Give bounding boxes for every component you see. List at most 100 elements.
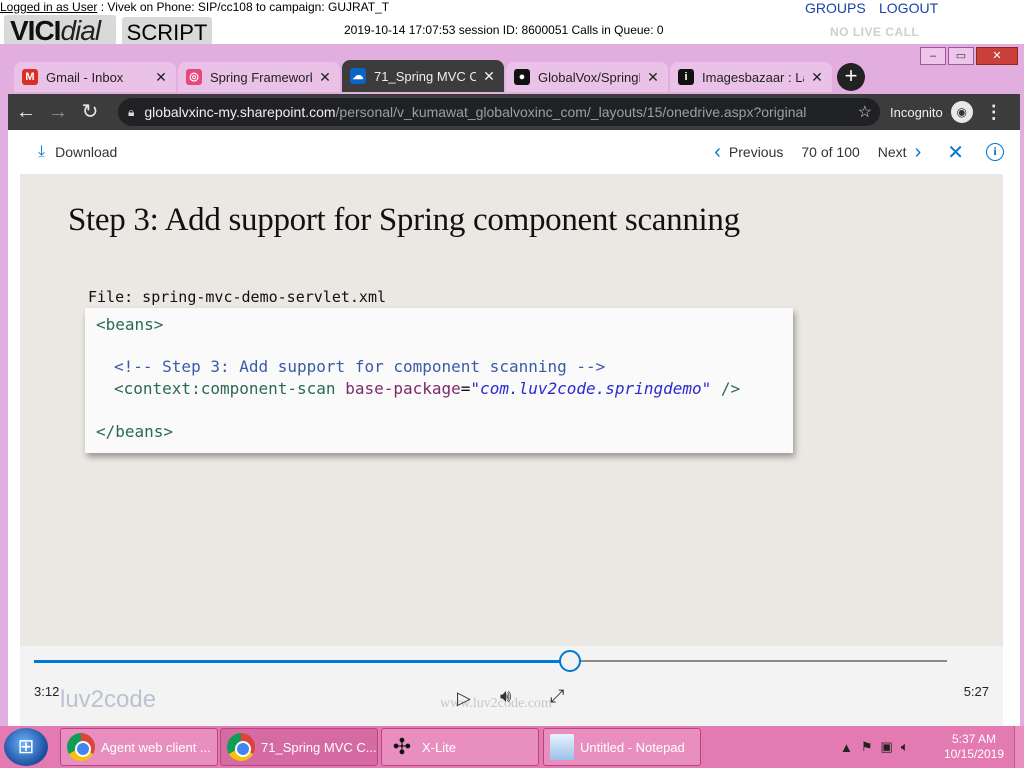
taskbar-item-label: Untitled - Notepad: [580, 739, 685, 755]
groups-link[interactable]: GROUPS: [805, 0, 866, 16]
current-time: 3:12: [34, 684, 60, 699]
seek-track[interactable]: [34, 659, 947, 663]
taskbar-item[interactable]: 71_Spring MVC C...: [220, 728, 378, 766]
forward-arrow-icon[interactable]: →: [44, 98, 72, 126]
slide-title: Step 3: Add support for Spring component…: [68, 202, 740, 238]
download-icon: ⤓: [38, 143, 46, 160]
minimize-button[interactable]: –: [920, 47, 946, 65]
chrome-icon: [67, 733, 95, 761]
code-beans-close: </beans>: [96, 422, 174, 441]
logo-vici-text: VICI: [10, 15, 61, 46]
window-close-button[interactable]: ✕: [976, 47, 1018, 65]
xlite-icon: ✣: [392, 734, 412, 759]
maximize-button[interactable]: ▭: [948, 47, 974, 65]
fullscreen-icon[interactable]: ⤢: [550, 686, 564, 707]
more-menu-icon[interactable]: ⋮: [985, 102, 1003, 123]
close-viewer-icon[interactable]: ✕: [947, 140, 964, 165]
seek-handle[interactable]: [558, 650, 581, 672]
tab-title: Gmail - Inbox: [46, 69, 124, 85]
chevron-right-icon[interactable]: ›: [915, 141, 922, 164]
github-icon: ●: [514, 69, 530, 85]
taskbar-item[interactable]: Untitled - Notepad: [543, 728, 701, 766]
viewer-command-bar: ⤓ Download ‹ Previous 70 of 100 Next › ✕…: [8, 130, 1020, 174]
code-comment: <!-- Step 3: Add support for component s…: [114, 357, 606, 376]
taskbar-item[interactable]: ✣ X-Lite: [381, 728, 539, 766]
taskbar-item-label: Agent web client ...: [101, 739, 211, 755]
no-live-call-status: NO LIVE CALL: [830, 25, 920, 39]
viewer-navigation: ‹ Previous 70 of 100 Next › ✕ i: [706, 130, 1004, 174]
browser-tab[interactable]: ◎ Spring Framework ✕: [178, 62, 340, 92]
chrome-window: – ▭ ✕ M Gmail - Inbox ✕ ◎ Spring Framework ✕ ☁…: [0, 44, 1024, 726]
tab-title: Spring Framework: [210, 69, 312, 85]
lock-icon: 🔒︎: [128, 104, 135, 119]
code-attr-value: "com.luv2code.springdemo": [470, 379, 712, 398]
clock-date: 10/15/2019: [943, 747, 1004, 761]
volume-icon[interactable]: 🔊︎: [500, 686, 511, 707]
incognito-icon: ◉: [950, 101, 973, 123]
logo-dial-text: dial: [60, 15, 101, 46]
incognito-indicator[interactable]: Incognito ◉: [890, 101, 973, 123]
script-tab[interactable]: SCRIPT: [122, 17, 212, 47]
back-arrow-icon[interactable]: ←: [12, 98, 40, 126]
logout-link[interactable]: LOGOUT: [879, 0, 938, 16]
watermark-logo: luv2code: [60, 686, 157, 713]
taskbar-item-label: 71_Spring MVC C...: [261, 739, 377, 755]
reload-icon[interactable]: ↻: [76, 98, 104, 126]
action-center-flag-icon[interactable]: ⚑: [861, 739, 873, 755]
tab-close-icon[interactable]: ✕: [154, 69, 168, 86]
tab-close-icon[interactable]: ✕: [810, 69, 824, 86]
video-slide: Step 3: Add support for Spring component…: [20, 174, 1003, 646]
network-icon[interactable]: ▣: [881, 739, 893, 755]
browser-tab[interactable]: M Gmail - Inbox ✕: [14, 62, 176, 92]
browser-tab[interactable]: ● GlobalVox/SpringB ✕: [506, 62, 668, 92]
taskbar-item[interactable]: Agent web client ...: [60, 728, 218, 766]
tab-title: GlobalVox/SpringB: [538, 69, 640, 85]
address-bar[interactable]: 🔒︎ globalvxinc-my.sharepoint.com/persona…: [118, 98, 880, 126]
show-hidden-icons-icon[interactable]: ▲: [840, 740, 853, 755]
speaker-icon[interactable]: 🔈︎: [901, 739, 909, 755]
next-button[interactable]: Next: [878, 144, 907, 160]
vicidial-header: Logged in as User : Vivek on Phone: SIP/…: [0, 0, 1024, 48]
download-label: Download: [55, 144, 118, 160]
taskbar-item-label: X-Lite: [422, 739, 456, 755]
onedrive-icon: ☁: [350, 68, 366, 84]
code-block: <beans> <!-- Step 3: Add support for com…: [85, 308, 793, 453]
imagesbazaar-icon: i: [678, 69, 694, 85]
chrome-icon: [227, 733, 255, 761]
logged-in-user-link[interactable]: Logged in as User: [0, 0, 97, 14]
browser-tab[interactable]: ☁ 71_Spring MVC Co ✕: [342, 60, 504, 92]
page-counter: 70 of 100: [801, 144, 860, 160]
tab-close-icon[interactable]: ✕: [646, 69, 660, 86]
notepad-icon: [550, 734, 574, 760]
info-icon[interactable]: i: [986, 143, 1004, 161]
clock-time: 5:37 AM: [951, 732, 996, 746]
code-attr-name: base-package: [345, 379, 461, 398]
tab-title: Imagesbazaar : Lar: [702, 69, 804, 85]
url-host: globalvxinc-my.sharepoint.com: [144, 104, 336, 120]
onedrive-viewer: ⤓ Download ‹ Previous 70 of 100 Next › ✕…: [8, 130, 1020, 726]
start-button[interactable]: ⊞: [4, 728, 48, 766]
new-tab-button[interactable]: +: [837, 63, 865, 91]
gmail-icon: M: [22, 69, 38, 85]
tab-strip: M Gmail - Inbox ✕ ◎ Spring Framework ✕ ☁ 71_Spr…: [14, 60, 834, 94]
previous-button[interactable]: Previous: [729, 144, 783, 160]
tab-close-icon[interactable]: ✕: [318, 69, 332, 86]
code-equals: =: [460, 379, 471, 398]
play-icon[interactable]: ▷: [457, 688, 471, 709]
agent-status-line: Logged in as User : Vivek on Phone: SIP/…: [0, 0, 389, 14]
incognito-label: Incognito: [890, 104, 943, 120]
window-controls: – ▭ ✕: [918, 47, 1018, 65]
chevron-left-icon[interactable]: ‹: [714, 141, 721, 164]
file-label: File: spring-mvc-demo-servlet.xml: [88, 288, 387, 306]
session-info: 2019-10-14 17:07:53 session ID: 8600051 …: [344, 23, 664, 37]
download-button[interactable]: ⤓ Download: [38, 143, 117, 161]
tab-close-icon[interactable]: ✕: [482, 68, 496, 85]
taskbar-clock[interactable]: 5:37 AM 10/15/2019: [944, 732, 1004, 762]
code-component-scan: <context:component-scan base-package="co…: [114, 379, 740, 398]
tab-title: 71_Spring MVC Co: [374, 68, 476, 84]
code-beans-open: <beans>: [96, 315, 164, 334]
browser-tab[interactable]: i Imagesbazaar : Lar ✕: [670, 62, 832, 92]
windows-taskbar: ⊞ Agent web client ... 71_Spring MVC C...…: [0, 726, 1024, 768]
show-desktop-button[interactable]: [1014, 726, 1024, 768]
bookmark-star-icon[interactable]: ☆: [858, 102, 872, 122]
